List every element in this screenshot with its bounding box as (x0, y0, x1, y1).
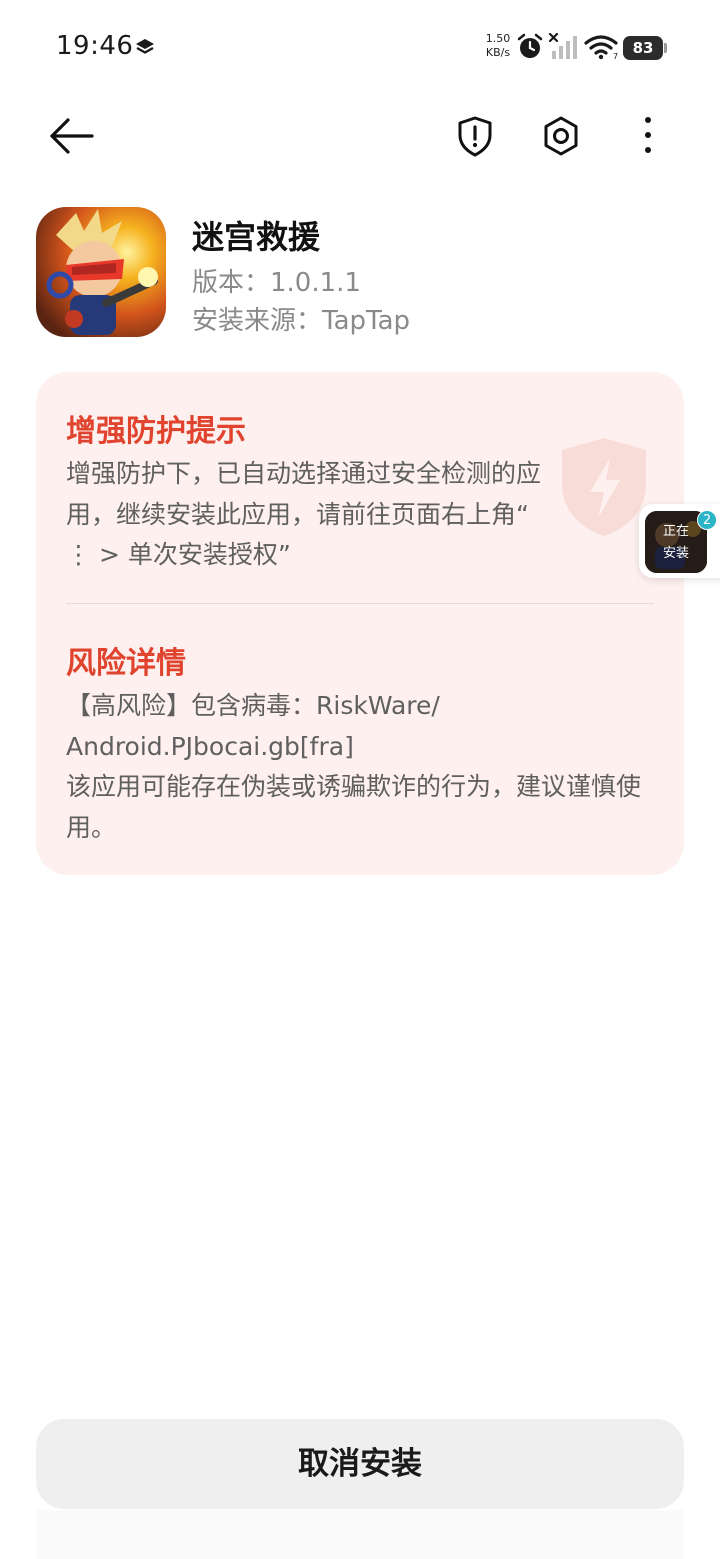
back-arrow-icon[interactable] (46, 112, 98, 160)
wifi-icon: 7 (584, 35, 618, 60)
status-time: 19:46 (56, 31, 134, 61)
installing-label-line2: 安装 (662, 546, 689, 561)
risk-details-text: 【高风险】包含病毒：RiskWare/ Android.PJbocai.gb[f… (66, 686, 662, 848)
svg-text:7: 7 (613, 52, 618, 60)
battery-tip (664, 43, 667, 53)
risk-line-signature: Android.PJbocai.gb[fra] (66, 731, 354, 761)
battery-level: 83 (623, 36, 663, 60)
signal-no-service-icon (548, 33, 577, 59)
app-version: 版本：1.0.1.1 (192, 268, 361, 298)
more-options-icon[interactable] (630, 112, 666, 160)
install-source: 安装来源：TapTap (192, 306, 411, 336)
app-icon (36, 207, 166, 337)
app-name: 迷宫救援 (192, 218, 321, 256)
enhanced-protection-title: 增强防护提示 (66, 414, 246, 449)
risk-details-title: 风险详情 (66, 646, 186, 681)
installing-floating-bubble[interactable]: 正在 安装 2 (639, 504, 720, 578)
enhanced-protection-text: 增强防护下，已自动选择通过安全检测的应用，继续安装此应用，请前往页面右上角“ ⋮… (66, 459, 542, 569)
cancel-install-button[interactable]: 取消安装 (36, 1419, 684, 1509)
settings-gear-icon[interactable] (538, 112, 584, 160)
battery-indicator: 83 (623, 36, 667, 60)
installing-label: 正在 安装 (645, 521, 707, 565)
bottom-button-area (36, 1510, 684, 1559)
layers-icon (136, 39, 154, 54)
risk-line-advice: 该应用可能存在伪装或诱骗欺诈的行为，建议谨慎使用。 (66, 772, 642, 842)
risk-line-virus: 【高风险】包含病毒：RiskWare/ (66, 691, 440, 720)
install-count-badge: 2 (697, 510, 717, 530)
shield-alert-icon[interactable] (452, 112, 498, 160)
net-speed-unit: KB/s (485, 46, 511, 59)
security-warning-card: 增强防护提示 增强防护下，已自动选择通过安全检测的应用，继续安装此应用，请前往页… (36, 372, 684, 875)
net-speed-value: 1.50 (485, 32, 511, 45)
shield-lightning-icon (562, 438, 646, 536)
network-speed: 1.50 KB/s (478, 32, 518, 60)
divider (66, 603, 654, 604)
alarm-icon (517, 33, 543, 58)
status-bar: 19:46 1.50 KB/s 7 83 (0, 0, 720, 96)
